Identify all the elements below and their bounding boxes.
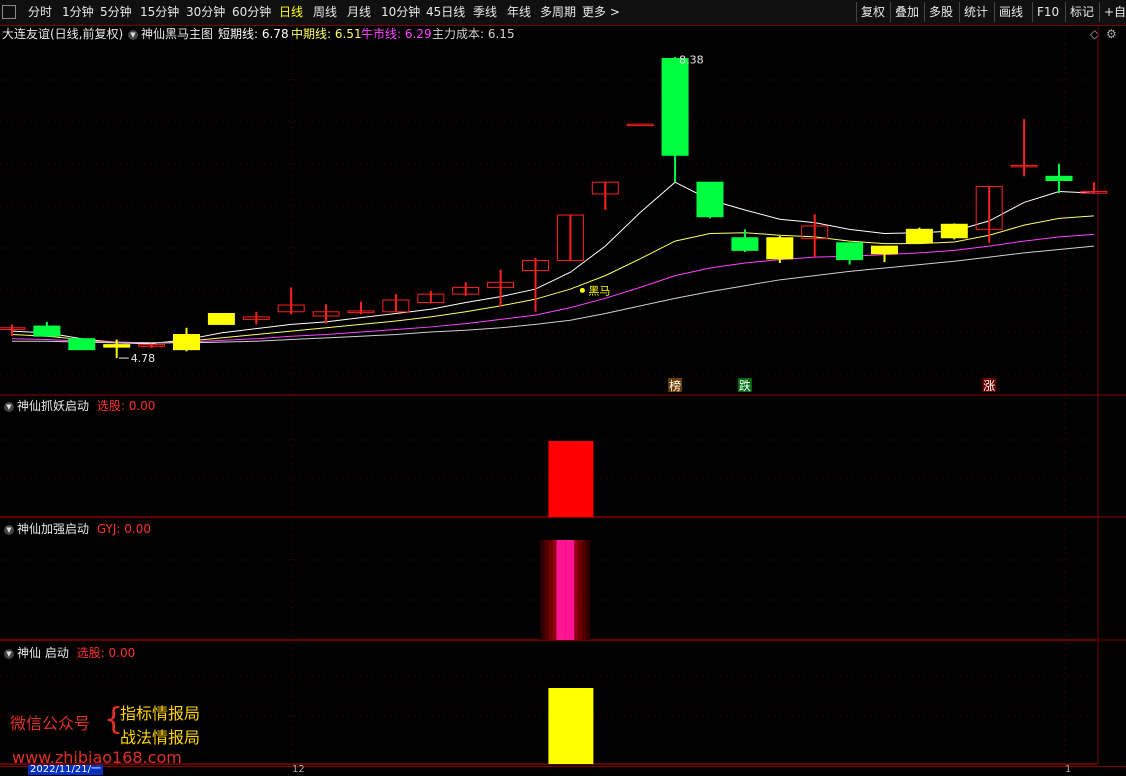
candle-body bbox=[836, 242, 864, 261]
signal-bar-2 bbox=[544, 540, 549, 640]
collapse-icon[interactable]: ▼ bbox=[4, 401, 14, 412]
signal-bar-2 bbox=[548, 540, 553, 640]
candle-body bbox=[68, 338, 96, 351]
time-axis-right: 1 bbox=[1065, 764, 1072, 775]
signal-bar-2 bbox=[565, 540, 575, 640]
candlestick-chart[interactable]: 8.38 4.78 黑马榜 跌 涨 bbox=[0, 0, 1126, 770]
low-price-label: 4.78 bbox=[131, 352, 156, 365]
panel2-name: 神仙加强启动 bbox=[17, 522, 90, 536]
candle-body bbox=[940, 223, 968, 239]
event-marker: 涨 bbox=[983, 378, 995, 393]
candle-body bbox=[731, 237, 759, 251]
watermark-line1: 指标情报局 bbox=[120, 704, 201, 723]
candle-body bbox=[1045, 175, 1073, 182]
heima-signal-label: 黑马 bbox=[588, 284, 610, 297]
signal-bar-2 bbox=[556, 540, 566, 640]
candle-body bbox=[626, 123, 654, 127]
candle-body bbox=[871, 245, 898, 255]
candle-body bbox=[661, 58, 689, 156]
high-price-label: 8.38 bbox=[679, 54, 704, 67]
panel3-name: 神仙 启动 bbox=[17, 646, 69, 660]
signal-bar-2 bbox=[586, 540, 591, 640]
time-axis-month: 12 bbox=[292, 764, 305, 775]
panel1-header: ▼ 神仙抓妖启动 选股: 0.00 bbox=[4, 397, 155, 414]
watermark-line2: 战法情报局 bbox=[120, 728, 201, 747]
signal-bar-2 bbox=[574, 540, 579, 640]
ma-bull-line bbox=[11, 233, 1094, 344]
panel3-value: 选股: 0.00 bbox=[76, 646, 136, 660]
collapse-icon[interactable]: ▼ bbox=[4, 524, 14, 535]
candle-body bbox=[173, 334, 200, 351]
collapse-icon[interactable]: ▼ bbox=[4, 648, 14, 659]
candle-body bbox=[207, 312, 235, 325]
signal-bar-2 bbox=[552, 540, 557, 640]
signal-bar-2 bbox=[540, 540, 545, 640]
signal-bar-2 bbox=[578, 540, 583, 640]
panel1-name: 神仙抓妖启动 bbox=[17, 399, 90, 413]
panel1-value: 选股: 0.00 bbox=[96, 399, 156, 413]
candle-body bbox=[696, 181, 724, 218]
candle-body bbox=[103, 344, 131, 348]
event-marker: 跌 bbox=[739, 378, 751, 393]
signal-bar-1 bbox=[548, 441, 594, 517]
event-marker: 榜 bbox=[669, 378, 681, 393]
watermark-account: 微信公众号 bbox=[10, 714, 91, 733]
signal-bar-3 bbox=[548, 688, 594, 764]
panel2-header: ▼ 神仙加强启动 GYJ: 0.00 bbox=[4, 520, 151, 537]
candle-body bbox=[766, 237, 794, 260]
signal-bar-2 bbox=[582, 540, 587, 640]
heima-signal-dot bbox=[579, 287, 585, 293]
candle-body bbox=[905, 228, 933, 244]
panel2-value: GYJ: 0.00 bbox=[96, 522, 151, 536]
time-axis-date: 2022/11/21/一 bbox=[28, 764, 104, 775]
panel3-header: ▼ 神仙 启动 选股: 0.00 bbox=[4, 644, 135, 661]
candle-body bbox=[33, 325, 61, 337]
